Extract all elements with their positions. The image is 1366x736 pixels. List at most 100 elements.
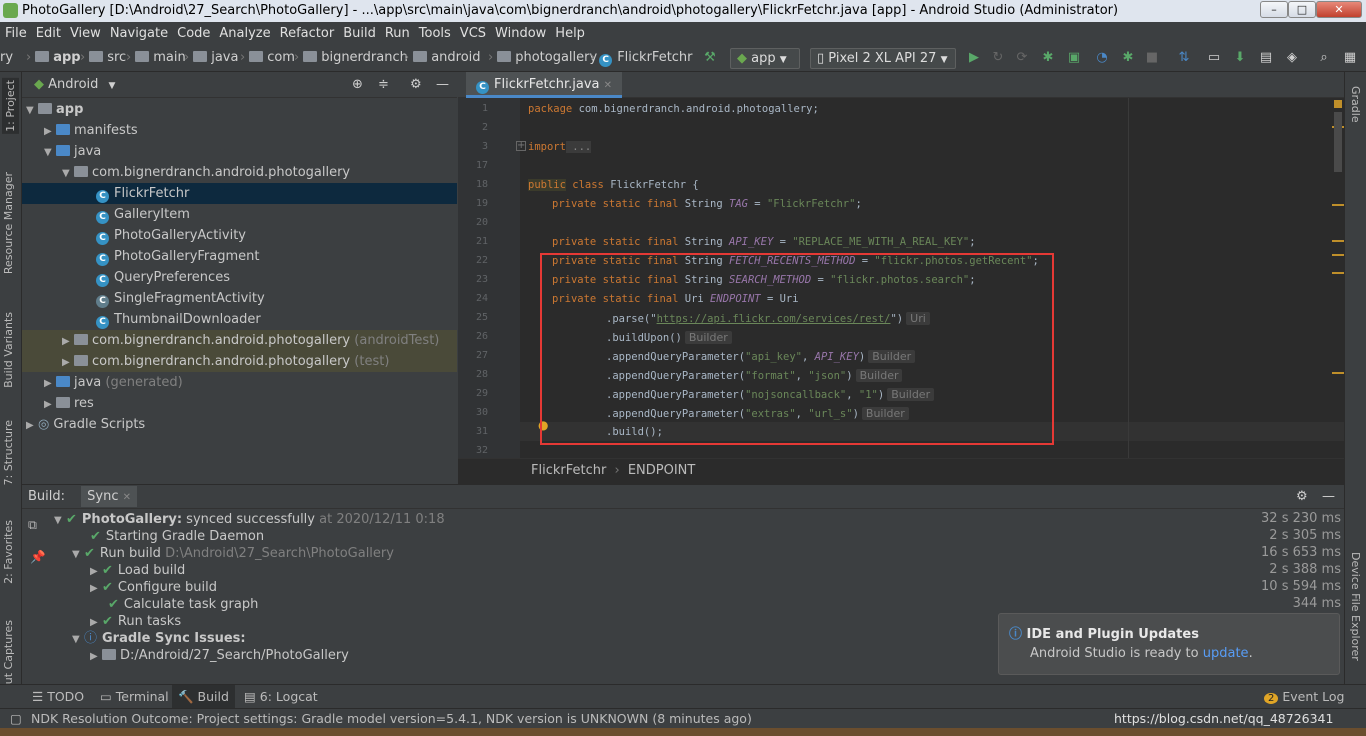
minimize-button[interactable]: – xyxy=(1260,1,1288,18)
crumb-photogallery[interactable]: › photogallery xyxy=(484,44,597,71)
sdk-manager-icon[interactable]: ⬇ xyxy=(1232,50,1248,66)
hide-icon[interactable]: — xyxy=(436,72,449,98)
code-line-21[interactable]: private static final String API_KEY = "R… xyxy=(552,236,976,248)
tab-gradle[interactable]: Gradle xyxy=(1349,86,1362,123)
collapse-icon[interactable]: ≑ xyxy=(378,72,389,98)
tree-item-photogalleryfragment[interactable]: C PhotoGalleryFragment xyxy=(22,246,457,267)
code-line-3[interactable]: import ... xyxy=(528,141,592,153)
apply-code-icon[interactable]: ⟳ xyxy=(1014,50,1030,66)
gear-icon[interactable]: ⚙ xyxy=(1296,485,1308,509)
status-message[interactable]: NDK Resolution Outcome: Project settings… xyxy=(31,709,752,728)
error-stripe-mark[interactable] xyxy=(1332,272,1344,274)
menu-view[interactable]: View xyxy=(65,23,105,45)
tree-item-app[interactable]: ▼ app xyxy=(22,99,457,120)
tree-item-singlefragmentactivity[interactable]: C SingleFragmentActivity xyxy=(22,288,457,309)
locate-icon[interactable]: ⊕ xyxy=(352,72,363,98)
run-icon[interactable]: ▶ xyxy=(966,50,982,66)
coverage-icon[interactable]: ▣ xyxy=(1066,50,1082,66)
hammer-icon[interactable]: ⚒ xyxy=(702,50,718,66)
tab-build-variants[interactable]: Build Variants xyxy=(2,312,15,388)
error-stripe-mark[interactable] xyxy=(1332,372,1344,374)
device-select[interactable]: ▯ Pixel 2 XL API 27 ▼ xyxy=(810,48,956,69)
menu-file[interactable]: File xyxy=(0,23,31,45)
fold-icon[interactable]: + xyxy=(516,141,526,151)
menu-code[interactable]: Code xyxy=(172,23,214,45)
build-row-run-tasks[interactable]: ▶ ✔ Run tasks xyxy=(90,613,181,630)
error-stripe-mark[interactable] xyxy=(1332,254,1344,256)
menu-tools[interactable]: Tools xyxy=(414,23,455,45)
build-row-load-build[interactable]: ▶ ✔ Load build xyxy=(90,562,185,579)
tree-item-res[interactable]: ▶ res xyxy=(22,393,457,414)
menu-analyze[interactable]: Analyze xyxy=(214,23,274,45)
tab-todo[interactable]: ☰ TODO xyxy=(32,685,84,709)
close-tab-icon[interactable]: ✕ xyxy=(604,80,612,91)
debug-icon[interactable]: ✱ xyxy=(1040,50,1056,66)
crumb-src[interactable]: › src xyxy=(76,44,126,71)
menu-refactor[interactable]: Refactor xyxy=(275,23,339,45)
editor-tab-flickrfetchr[interactable]: C FlickrFetchr.java ✕ xyxy=(466,72,623,98)
build-row-task-graph[interactable]: ✔ Calculate task graph xyxy=(108,596,258,613)
warning-indicator-icon[interactable] xyxy=(1334,100,1342,108)
tree-item-thumbnaildownloader[interactable]: C ThumbnailDownloader xyxy=(22,309,457,330)
tab-sync[interactable]: Sync ✕ xyxy=(81,486,138,507)
build-row-path[interactable]: ▶ D:/Android/27_Search/PhotoGallery xyxy=(90,647,349,664)
menu-navigate[interactable]: Navigate xyxy=(105,23,172,45)
tree-item-package[interactable]: ▼ com.bignerdranch.android.photogallery xyxy=(22,162,457,183)
menu-window[interactable]: Window xyxy=(490,23,550,45)
plugin-icon[interactable]: ◈ xyxy=(1284,50,1300,66)
crumb-ry[interactable]: ry xyxy=(0,44,13,71)
layout-inspector-icon[interactable]: ▤ xyxy=(1258,50,1274,66)
tree-item-manifests[interactable]: ▶ manifests xyxy=(22,120,457,141)
tree-item-flickrfetchr[interactable]: C FlickrFetchr xyxy=(22,183,457,204)
tree-item-photogalleryactivity[interactable]: C PhotoGalleryActivity xyxy=(22,225,457,246)
build-row-daemon[interactable]: ✔ Starting Gradle Daemon xyxy=(90,528,264,545)
crumb-java[interactable]: › java xyxy=(180,44,238,71)
breadcrumb-field[interactable]: ENDPOINT xyxy=(628,463,696,478)
crumb-flickrfetchr[interactable]: › C FlickrFetchr xyxy=(586,44,693,71)
stop-icon[interactable]: ■ xyxy=(1144,50,1160,66)
menu-run[interactable]: Run xyxy=(380,23,414,45)
code-line-1[interactable]: package com.bignerdranch.android.photoga… xyxy=(528,103,819,115)
error-stripe-mark[interactable] xyxy=(1332,204,1344,206)
rerun-icon[interactable]: ⧉ xyxy=(28,517,37,533)
tree-item-package-androidtest[interactable]: ▶ com.bignerdranch.android.photogallery (… xyxy=(22,330,457,351)
apply-changes-icon[interactable]: ↻ xyxy=(990,50,1006,66)
tree-item-java[interactable]: ▼ java xyxy=(22,141,457,162)
help-icon[interactable]: ▦ xyxy=(1342,50,1358,66)
update-notification[interactable]: ⓘ IDE and Plugin Updates Android Studio … xyxy=(998,613,1340,675)
build-row-configure-build[interactable]: ▶ ✔ Configure build xyxy=(90,579,217,596)
sync-gradle-icon[interactable]: ⇅ xyxy=(1176,50,1192,66)
tab-terminal[interactable]: ▭ Terminal xyxy=(100,685,169,709)
hide-icon[interactable]: — xyxy=(1322,485,1335,509)
gear-icon[interactable]: ⚙ xyxy=(410,72,422,98)
tab-resource-manager[interactable]: Resource Manager xyxy=(2,172,15,274)
menu-build[interactable]: Build xyxy=(338,23,380,45)
breadcrumb-class[interactable]: FlickrFetchr xyxy=(531,463,606,478)
tab-structure[interactable]: 7: Structure xyxy=(2,420,15,485)
editor-scrollbar[interactable] xyxy=(1334,112,1342,172)
crumb-main[interactable]: › main xyxy=(122,44,186,71)
error-stripe-mark[interactable] xyxy=(1332,240,1344,242)
tree-item-querypreferences[interactable]: C QueryPreferences xyxy=(22,267,457,288)
code-line-18[interactable]: public class FlickrFetchr { xyxy=(528,179,699,191)
tree-item-package-test[interactable]: ▶ com.bignerdranch.android.photogallery (… xyxy=(22,351,457,372)
tab-favorites[interactable]: 2: Favorites xyxy=(2,520,15,584)
menu-vcs[interactable]: VCS xyxy=(455,23,490,45)
tab-build[interactable]: 🔨 Build xyxy=(172,685,235,709)
update-link[interactable]: update xyxy=(1203,646,1249,661)
crumb-android[interactable]: › android xyxy=(400,44,481,71)
chevron-down-icon[interactable]: ▼ xyxy=(109,81,116,91)
crumb-com[interactable]: › com xyxy=(236,44,295,71)
search-icon[interactable]: ⌕ xyxy=(1316,50,1332,66)
tree-item-galleryitem[interactable]: C GalleryItem xyxy=(22,204,457,225)
pin-icon[interactable]: 📌 xyxy=(30,549,46,565)
attach-debugger-icon[interactable]: ✱ xyxy=(1120,50,1136,66)
build-row-run-build[interactable]: ▼ ✔ Run build D:\Android\27_Search\PhotoGa… xyxy=(72,545,394,562)
menu-help[interactable]: Help xyxy=(550,23,589,45)
tab-project[interactable]: 1: Project xyxy=(2,78,19,134)
maximize-button[interactable]: □ xyxy=(1288,1,1316,18)
tree-item-java-generated[interactable]: ▶ java (generated) xyxy=(22,372,457,393)
run-config-select[interactable]: ◆ app ▼ xyxy=(730,48,800,69)
close-button[interactable]: ✕ xyxy=(1316,1,1362,18)
profile-icon[interactable]: ◔ xyxy=(1094,50,1110,66)
